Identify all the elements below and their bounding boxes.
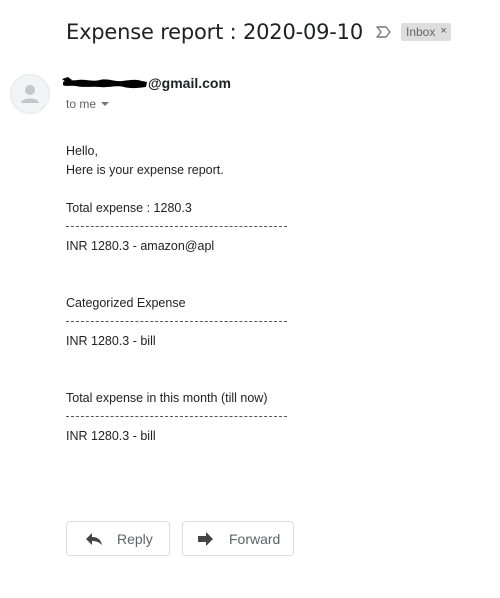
default-avatar-icon [21,85,39,103]
recipient-details-toggle[interactable]: to me [66,96,110,112]
redacted-sender-name [62,76,148,90]
sender-row: @gmail.com [62,74,231,92]
total-expense-detail: INR 1280.3 - amazon@apl [66,239,215,253]
divider-line [66,416,287,417]
reply-arrow-icon [85,531,103,547]
total-expense-text: Total expense : 1280.3 [66,201,192,215]
divider-line [66,226,287,227]
category-heading: Categorized Expense [66,296,186,310]
month-detail: INR 1280.3 - bill [66,429,156,443]
reply-button[interactable]: Reply [66,521,170,556]
avatar[interactable] [10,74,50,114]
month-heading: Total expense in this month (till now) [66,391,268,405]
greeting-text: Hello, [66,144,98,158]
email-subject: Expense report : 2020-09-10 [66,20,363,44]
divider-line [66,321,287,322]
sender-name[interactable]: @gmail.com [148,75,231,91]
close-icon[interactable]: × [440,26,446,37]
caret-down-icon[interactable] [101,102,110,106]
forward-label: Forward [229,530,281,547]
recipient-text: to me [66,97,97,111]
reply-label: Reply [117,530,153,547]
forward-arrow-icon [197,531,215,547]
subject-row: Expense report : 2020-09-10 Inbox × [66,17,451,47]
label-chip-text: Inbox [406,24,436,39]
forward-button[interactable]: Forward [182,521,294,556]
importance-marker-icon[interactable] [375,25,393,39]
label-chip-inbox[interactable]: Inbox × [401,23,451,41]
category-detail: INR 1280.3 - bill [66,334,156,348]
intro-text: Here is your expense report. [66,163,224,177]
